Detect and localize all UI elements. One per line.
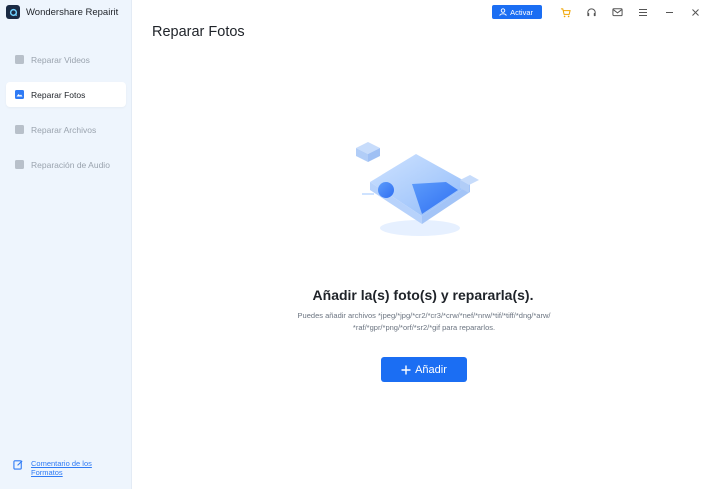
- file-icon: [15, 125, 24, 134]
- title-bar: Activar: [492, 0, 714, 24]
- sidebar-item-reparar-fotos[interactable]: Reparar Fotos: [6, 82, 126, 107]
- sidebar-item-label: Reparación de Audio: [31, 159, 110, 170]
- app-logo-icon: [6, 5, 20, 19]
- add-button-label: Añadir: [415, 363, 447, 376]
- headline: Añadir la(s) foto(s) y repararla(s).: [312, 287, 534, 303]
- app-title: Wondershare Repairit: [26, 6, 119, 18]
- sidebar-item-reparar-videos[interactable]: Reparar Videos: [6, 47, 126, 72]
- supported-formats-text: Puedes añadir archivos *jpeg/*jpg/*cr2/*…: [297, 311, 551, 332]
- add-button[interactable]: Añadir: [381, 357, 467, 382]
- feedback-link[interactable]: Comentario de los Formatos: [13, 459, 111, 477]
- menu-button[interactable]: [630, 0, 656, 24]
- edit-icon: [13, 460, 23, 470]
- sidebar-item-label: Reparar Archivos: [31, 124, 97, 135]
- mail-button[interactable]: [604, 0, 630, 24]
- app-header: Wondershare Repairit: [6, 4, 118, 20]
- plus-icon: [401, 365, 411, 374]
- close-icon: [691, 8, 699, 16]
- page-title: Reparar Fotos: [152, 24, 245, 40]
- sidebar: Wondershare Repairit Reparar Videos Repa…: [0, 0, 132, 489]
- activate-label: Activar: [510, 7, 533, 17]
- headset-icon: [586, 7, 596, 16]
- cart-icon: [560, 7, 571, 17]
- sidebar-item-reparar-archivos[interactable]: Reparar Archivos: [6, 117, 126, 142]
- support-button[interactable]: [578, 0, 604, 24]
- video-icon: [15, 55, 24, 64]
- sidebar-nav: Reparar Videos Reparar Fotos Reparar Arc…: [6, 47, 126, 187]
- photo-illustration: [356, 142, 479, 236]
- audio-icon: [15, 160, 24, 169]
- close-button[interactable]: [682, 0, 708, 24]
- sidebar-item-reparacion-audio[interactable]: Reparación de Audio: [6, 152, 126, 177]
- photo-icon: [15, 90, 24, 99]
- activate-button[interactable]: Activar: [492, 5, 542, 19]
- feedback-label[interactable]: Comentario de los Formatos: [31, 459, 111, 477]
- cart-button[interactable]: [552, 0, 578, 24]
- minimize-icon: [665, 11, 673, 13]
- menu-icon: [639, 8, 647, 16]
- minimize-button[interactable]: [656, 0, 682, 24]
- mail-icon: [611, 8, 623, 17]
- sidebar-item-label: Reparar Videos: [31, 54, 90, 65]
- sidebar-item-label: Reparar Fotos: [31, 89, 86, 100]
- user-icon: [499, 8, 507, 16]
